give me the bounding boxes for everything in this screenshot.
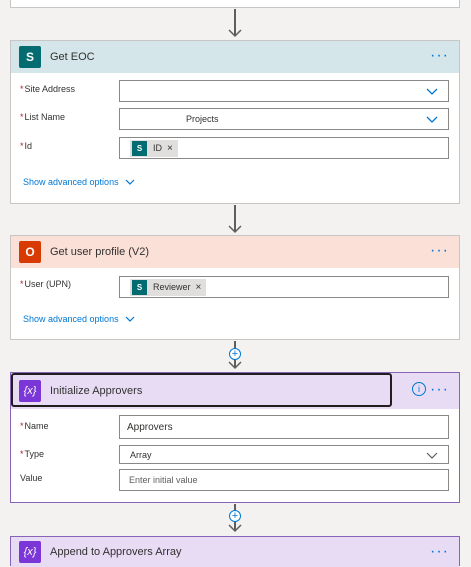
insert-step-plus-icon[interactable]: + [229, 348, 241, 360]
id-input[interactable]: S ID × [119, 137, 449, 159]
variable-icon: {x} [19, 541, 41, 563]
user-upn-input[interactable]: S Reviewer × [119, 276, 449, 298]
chevron-down-icon [125, 316, 135, 322]
card-title: Initialize Approvers [50, 385, 143, 397]
variable-value-input[interactable]: Enter initial value [119, 469, 449, 491]
user-upn-label: *User (UPN) [20, 279, 72, 289]
show-advanced-options-link[interactable]: Show advanced options [23, 177, 135, 187]
dynamic-content-token[interactable]: S Reviewer × [130, 278, 207, 296]
chevron-down-icon [125, 179, 135, 185]
initialize-approvers-card: {x} Initialize Approvers i ··· *Name App… [10, 372, 460, 503]
office-icon: O [19, 241, 41, 263]
type-label: *Type [20, 449, 45, 459]
card-title: Append to Approvers Array [50, 546, 182, 558]
info-icon[interactable]: i [412, 382, 426, 396]
show-advanced-options-link[interactable]: Show advanced options [23, 314, 135, 324]
dynamic-content-token[interactable]: S ID × [130, 139, 178, 157]
list-name-label: *List Name [20, 112, 66, 122]
chevron-down-icon [426, 452, 438, 459]
variable-type-dropdown[interactable]: Array [119, 445, 449, 464]
site-address-dropdown[interactable] [119, 80, 449, 102]
chevron-down-icon [426, 116, 438, 123]
more-options-icon[interactable]: ··· [430, 48, 449, 64]
id-label: *Id [20, 141, 33, 151]
more-options-icon[interactable]: ··· [430, 382, 449, 398]
card-title: Get EOC [50, 51, 95, 63]
variable-name-input[interactable]: Approvers [119, 415, 449, 439]
get-user-profile-header[interactable]: O Get user profile (V2) ··· [11, 236, 459, 268]
sharepoint-icon: S [132, 140, 147, 156]
chevron-down-icon [426, 88, 438, 95]
get-eoc-card: S Get EOC ··· *Site Address *List Name P… [10, 40, 460, 204]
sharepoint-icon: S [132, 279, 147, 295]
sharepoint-icon: S [19, 46, 41, 68]
variable-icon: {x} [19, 380, 41, 402]
more-options-icon[interactable]: ··· [430, 243, 449, 259]
append-approvers-header[interactable]: {x} Append to Approvers Array ··· [11, 537, 459, 567]
list-name-dropdown[interactable]: Projects [119, 108, 449, 130]
remove-token-icon[interactable]: × [196, 282, 202, 293]
previous-action-card [10, 0, 460, 8]
name-label: *Name [20, 421, 49, 431]
insert-step-plus-icon[interactable]: + [229, 510, 241, 522]
remove-token-icon[interactable]: × [167, 143, 173, 154]
initialize-approvers-header[interactable]: {x} Initialize Approvers i ··· [11, 373, 459, 409]
more-options-icon[interactable]: ··· [430, 544, 449, 560]
value-label: Value [20, 473, 43, 483]
card-title: Get user profile (V2) [50, 246, 150, 258]
site-address-label: *Site Address [20, 84, 76, 94]
get-user-profile-card: O Get user profile (V2) ··· *User (UPN) … [10, 235, 460, 340]
get-eoc-header[interactable]: S Get EOC ··· [11, 41, 459, 73]
append-approvers-card: {x} Append to Approvers Array ··· [10, 536, 460, 567]
